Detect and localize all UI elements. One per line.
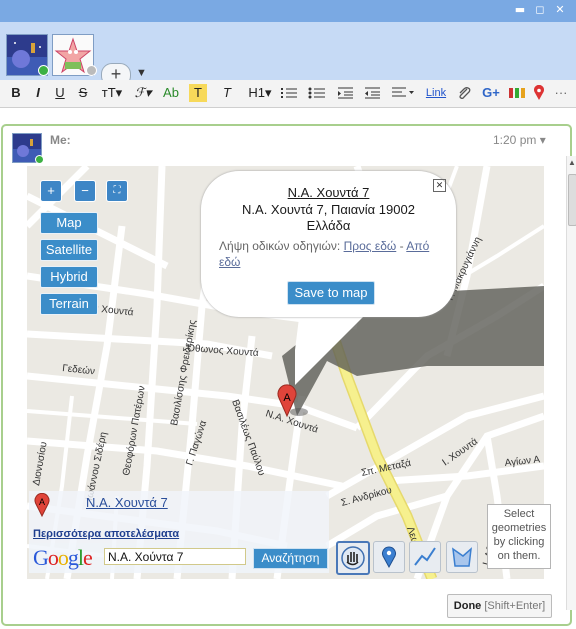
bubble-address: Ν.Α. Χουντά 7, Παιανία 19002 <box>242 202 415 217</box>
shape-tool-icon <box>452 547 472 567</box>
bullet-list-icon[interactable] <box>308 84 326 102</box>
indent-icon[interactable] <box>336 84 354 102</box>
result-marker-letter: A <box>39 497 45 507</box>
participants-header: + ▼ <box>0 22 576 87</box>
done-button[interactable]: Done [Shift+Enter] <box>447 594 552 618</box>
zoom-out-button[interactable]: − <box>74 180 96 202</box>
outdent-icon[interactable] <box>363 84 381 102</box>
fullscreen-icon[interactable]: ⛶ <box>106 180 128 202</box>
more-results-link[interactable]: Περισσότερα αποτελέσματα <box>33 528 179 540</box>
directions-separator: - <box>396 239 407 253</box>
draw-shape-button[interactable] <box>446 541 478 573</box>
font-size-button[interactable]: тT▾ <box>99 84 125 102</box>
map-pin-icon[interactable] <box>532 84 546 102</box>
bubble-country: Ελλάδα <box>306 218 351 233</box>
attachment-icon[interactable] <box>455 84 473 102</box>
directions-label: Λήψη οδικών οδηγιών: <box>219 239 341 253</box>
directions-line: Λήψη οδικών οδηγιών: Προς εδώ - Από εδώ <box>219 238 449 270</box>
map-search-bar: Google Ν.Α. Χούντα 7 Αναζήτηση <box>29 543 329 573</box>
align-icon[interactable] <box>391 84 415 102</box>
result-link[interactable]: Ν.Α. Χουντά 7 <box>86 495 168 510</box>
underline-button[interactable]: U <box>52 84 68 102</box>
more-options-button[interactable]: ··· <box>552 84 570 102</box>
map-type-terrain-button[interactable]: Terrain <box>40 293 98 315</box>
online-status-icon <box>38 65 49 76</box>
minimize-icon[interactable]: ▬ <box>513 3 527 17</box>
bold-button[interactable]: B <box>8 84 24 102</box>
bubble-tail <box>295 310 370 385</box>
geometry-help-tooltip: Select geometries by clicking on them. <box>487 504 551 569</box>
search-results-panel: A Ν.Α. Χουντά 7 Περισσότερα αποτελέσματα <box>29 491 329 543</box>
maximize-icon[interactable]: ◻ <box>533 3 547 17</box>
info-bubble: ✕ Ν.Α. Χουντά 7 Ν.Α. Χουντά 7, Παιανία 1… <box>201 171 456 317</box>
highlight-button[interactable]: T <box>189 84 207 102</box>
font-face-button[interactable]: ℱ▾ <box>132 84 154 102</box>
bubble-title[interactable]: Ν.Α. Χουντά 7 <box>201 185 456 200</box>
text-color-button[interactable]: Ab <box>160 84 182 102</box>
hand-tool-button[interactable] <box>336 541 370 575</box>
map-type-map-button[interactable]: Map <box>40 212 98 234</box>
link-button[interactable]: Link <box>423 84 449 102</box>
strikethrough-button[interactable]: S <box>75 84 91 102</box>
scroll-up-icon[interactable]: ▲ <box>568 158 576 172</box>
place-marker-button[interactable] <box>373 541 405 573</box>
formatting-toolbar: B I U S тT▾ ℱ▾ Ab T T H1▾ Link G+ ··· <box>0 80 576 108</box>
sender-label: Me: <box>50 133 71 147</box>
scrollbar[interactable]: ▲ <box>566 156 576 610</box>
google-logo: Google <box>33 545 93 570</box>
google-plus-icon[interactable]: G+ <box>480 84 502 102</box>
heading-button[interactable]: H1▾ <box>247 84 273 102</box>
online-status-icon <box>35 155 44 164</box>
save-to-map-button[interactable]: Save to map <box>287 281 375 305</box>
draw-line-button[interactable] <box>409 541 441 573</box>
search-button[interactable]: Αναζήτηση <box>253 548 328 569</box>
numbered-list-icon[interactable] <box>280 84 298 102</box>
result-marker-icon[interactable]: A <box>34 493 50 517</box>
line-tool-icon <box>414 547 436 566</box>
gadgets-icon[interactable] <box>507 84 527 102</box>
chevron-down-icon[interactable]: ▼ <box>136 67 147 79</box>
italic-button[interactable]: I <box>30 84 46 102</box>
message-time[interactable]: 1:20 pm ▾ <box>493 133 546 147</box>
close-icon[interactable]: ✕ <box>553 3 567 17</box>
done-shortcut: [Shift+Enter] <box>484 600 546 612</box>
window-titlebar: ▬ ◻ ✕ <box>0 0 576 22</box>
map-search-input[interactable]: Ν.Α. Χούντα 7 <box>104 548 246 565</box>
marker-tool-icon <box>382 546 396 569</box>
map-type-hybrid-button[interactable]: Hybrid <box>40 266 98 288</box>
clear-format-button[interactable]: T <box>218 84 236 102</box>
map-type-satellite-button[interactable]: Satellite <box>40 239 98 261</box>
marker-letter: A <box>283 392 291 404</box>
directions-to-here-link[interactable]: Προς εδώ <box>344 239 397 253</box>
offline-status-icon <box>86 65 97 76</box>
hand-icon <box>341 546 365 570</box>
zoom-in-button[interactable]: + <box>40 180 62 202</box>
done-label: Done <box>453 600 482 612</box>
scrollbar-thumb[interactable] <box>568 174 576 226</box>
